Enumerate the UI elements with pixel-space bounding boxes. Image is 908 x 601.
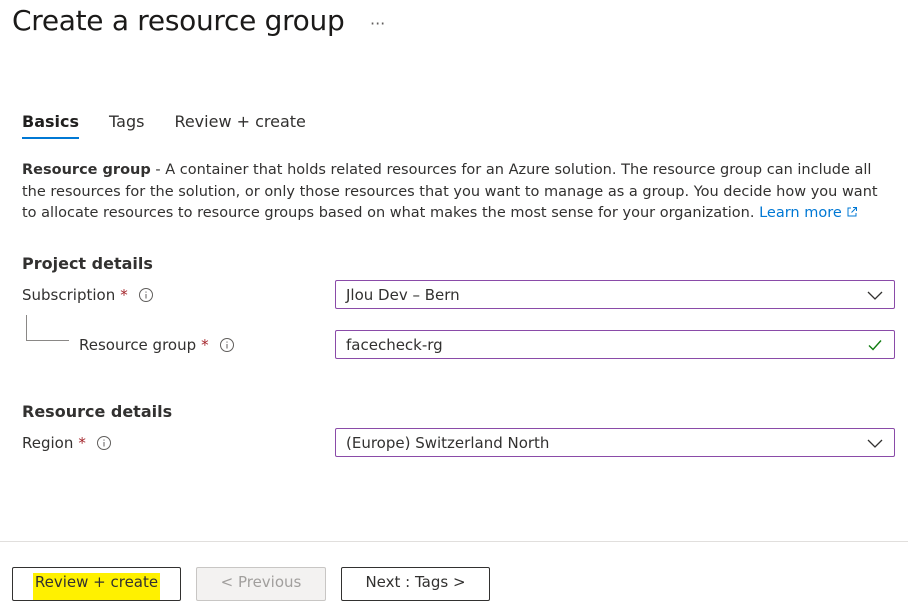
tab-bar: Basics Tags Review + create: [22, 112, 336, 139]
subscription-value: Jlou Dev – Bern: [346, 285, 460, 304]
checkmark-icon: [866, 336, 884, 354]
review-create-label: Review + create: [32, 573, 161, 600]
resource-details-heading: Resource details: [22, 402, 173, 421]
next-tags-button[interactable]: Next : Tags >: [341, 567, 490, 601]
page-title: Create a resource group: [12, 4, 345, 37]
region-value: (Europe) Switzerland North: [346, 433, 550, 452]
learn-more-label: Learn more: [759, 205, 842, 221]
previous-button[interactable]: < Previous: [196, 567, 326, 601]
review-create-button[interactable]: Review + create: [12, 567, 181, 601]
required-asterisk: *: [78, 434, 86, 452]
resource-group-label: Resource group *: [79, 336, 235, 354]
description-term: Resource group: [22, 162, 151, 178]
info-icon[interactable]: [138, 287, 154, 303]
resource-group-input[interactable]: facecheck-rg: [335, 330, 895, 359]
required-asterisk: *: [120, 286, 128, 304]
tab-review-create[interactable]: Review + create: [174, 112, 305, 139]
project-details-heading: Project details: [22, 254, 153, 273]
previous-label: < Previous: [220, 573, 302, 591]
more-actions-button[interactable]: ···: [370, 14, 385, 33]
footer-divider: [0, 541, 908, 542]
tree-connector: [26, 315, 69, 341]
subscription-label-text: Subscription: [22, 286, 116, 304]
info-icon[interactable]: [96, 435, 112, 451]
resource-group-value: facecheck-rg: [346, 335, 443, 354]
description: Resource group - A container that holds …: [22, 160, 892, 225]
tab-basics[interactable]: Basics: [22, 112, 80, 139]
chevron-down-icon: [866, 434, 884, 452]
required-asterisk: *: [201, 336, 209, 354]
info-icon[interactable]: [219, 337, 235, 353]
next-tags-label: Next : Tags >: [365, 573, 466, 591]
region-label-text: Region: [22, 434, 74, 452]
learn-more-link[interactable]: Learn more: [759, 205, 858, 221]
chevron-down-icon: [866, 286, 884, 304]
subscription-label: Subscription *: [22, 286, 154, 304]
region-dropdown[interactable]: (Europe) Switzerland North: [335, 428, 895, 457]
resource-group-label-text: Resource group: [79, 336, 197, 354]
region-label: Region *: [22, 434, 112, 452]
external-link-icon: [846, 204, 858, 217]
description-text: - A container that holds related resourc…: [22, 162, 878, 221]
subscription-dropdown[interactable]: Jlou Dev – Bern: [335, 280, 895, 309]
tab-tags[interactable]: Tags: [109, 112, 144, 139]
